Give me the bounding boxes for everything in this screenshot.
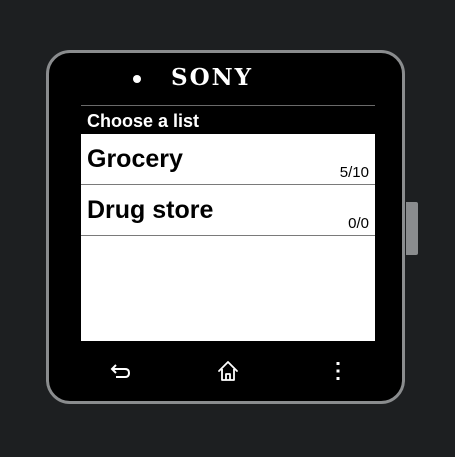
screen-title: Choose a list: [81, 106, 375, 134]
list-item-name: Drug store: [87, 196, 214, 224]
list-item-count: 5/10: [339, 164, 369, 181]
list-item-drug-store[interactable]: Drug store 0/0: [81, 185, 375, 236]
back-arrow-icon: [110, 364, 131, 378]
side-power-button[interactable]: [406, 202, 418, 255]
list-item-count: 0/0: [348, 215, 369, 232]
list-item-name: Grocery: [87, 145, 183, 173]
overflow-menu-icon: [336, 362, 340, 380]
home-button[interactable]: [213, 356, 243, 386]
camera-dot: [133, 75, 141, 83]
navigation-bar: [81, 350, 375, 392]
list-item-grocery[interactable]: Grocery 5/10: [81, 134, 375, 185]
watch-screen: Choose a list Grocery 5/10 Drug store 0/…: [81, 105, 375, 341]
home-icon: [218, 361, 238, 381]
brand-logo: SONY: [171, 64, 254, 91]
back-button[interactable]: [106, 356, 136, 386]
menu-button[interactable]: [323, 356, 353, 386]
